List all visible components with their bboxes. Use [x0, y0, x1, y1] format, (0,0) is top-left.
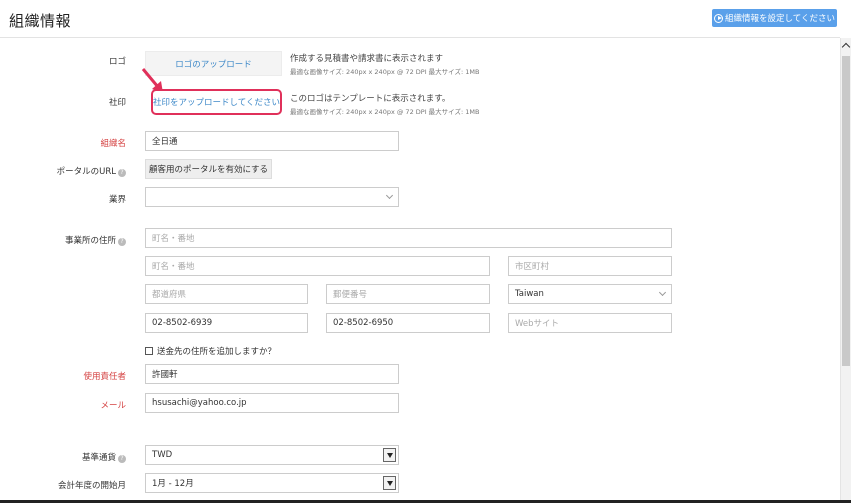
play-circle-icon — [714, 13, 723, 23]
setup-org-button[interactable]: 組織情報を設定してください — [712, 9, 837, 27]
website-input[interactable]: Webサイト — [508, 313, 672, 333]
logo-label: ロゴ — [108, 57, 126, 67]
country-value: Taiwan — [515, 289, 544, 299]
seal-subnote: 最適な画像サイズ: 240px x 240px @ 72 DPI 最大サイズ: … — [290, 108, 480, 116]
dropdown-arrow-icon — [383, 476, 396, 490]
shipping-address-label: 送金先の住所を追加しますか？ — [157, 347, 277, 357]
city-input[interactable]: 市区町村 — [508, 256, 672, 276]
address-label: 事業所の住所? — [0, 234, 126, 246]
email-label: メール — [100, 401, 126, 411]
base-currency-label-text: 基準通貨 — [81, 453, 116, 463]
address-label-text: 事業所の住所 — [64, 236, 116, 246]
phone-input[interactable]: 02-8502-6939 — [145, 313, 308, 333]
contact-person-input[interactable]: 許國軒 — [145, 364, 399, 384]
shipping-address-toggle[interactable]: 送金先の住所を追加しますか？ — [145, 345, 276, 357]
street2-input[interactable]: 町名・番地 — [145, 256, 490, 276]
setup-org-button-label: 組織情報を設定してください — [725, 14, 835, 24]
country-select[interactable]: Taiwan — [508, 284, 672, 304]
chevron-down-icon — [658, 288, 667, 297]
seal-note: このロゴはテンプレートに表示されます。 — [290, 94, 451, 104]
help-icon[interactable]: ? — [118, 455, 126, 463]
org-name-input[interactable]: 全日通 — [145, 131, 399, 151]
logo-note: 作成する見積書や請求書に表示されます — [290, 54, 444, 64]
logo-subnote: 最適な画像サイズ: 240px x 240px @ 72 DPI 最大サイズ: … — [290, 68, 480, 76]
shipping-address-checkbox[interactable] — [145, 347, 153, 355]
base-currency-value: TWD — [152, 450, 173, 460]
scrollbar-thumb[interactable] — [842, 56, 850, 366]
fiscal-year-select[interactable]: 1月 - 12月 — [145, 473, 399, 493]
street1-input[interactable]: 町名・番地 — [145, 228, 672, 248]
portal-url-label: ポータルのURL? — [0, 165, 126, 177]
fiscal-year-label: 会計年度の開始月 — [57, 481, 126, 491]
page-title: 組織情報 — [9, 12, 72, 30]
base-currency-select[interactable]: TWD — [145, 445, 399, 465]
org-name-label: 組織名 — [100, 139, 126, 149]
industry-select[interactable] — [145, 187, 399, 207]
portal-url-label-text: ポータルのURL — [56, 167, 116, 177]
enable-portal-button[interactable]: 顧客用のポータルを有効にする — [145, 159, 272, 179]
email-input[interactable]: hsusachi@yahoo.co.jp — [145, 393, 399, 413]
seal-upload-button[interactable]: 社印をアップロードしてください — [151, 89, 282, 115]
help-icon[interactable]: ? — [118, 238, 126, 246]
industry-label: 業界 — [108, 195, 126, 205]
base-currency-label: 基準通貨? — [0, 451, 126, 463]
fiscal-year-value: 1月 - 12月 — [152, 479, 194, 489]
seal-label: 社印 — [108, 98, 126, 108]
dropdown-arrow-icon — [383, 448, 396, 462]
state-input[interactable]: 都道府県 — [145, 284, 308, 304]
contact-person-label: 使用責任者 — [83, 372, 126, 382]
fax-input[interactable]: 02-8502-6950 — [326, 313, 490, 333]
page-header: 組織情報 組織情報を設定してください — [0, 0, 840, 38]
zip-input[interactable]: 郵便番号 — [326, 284, 490, 304]
help-icon[interactable]: ? — [118, 169, 126, 177]
chevron-down-icon — [385, 191, 394, 200]
vertical-scrollbar[interactable] — [840, 38, 851, 503]
scroll-up-icon[interactable] — [841, 42, 851, 52]
